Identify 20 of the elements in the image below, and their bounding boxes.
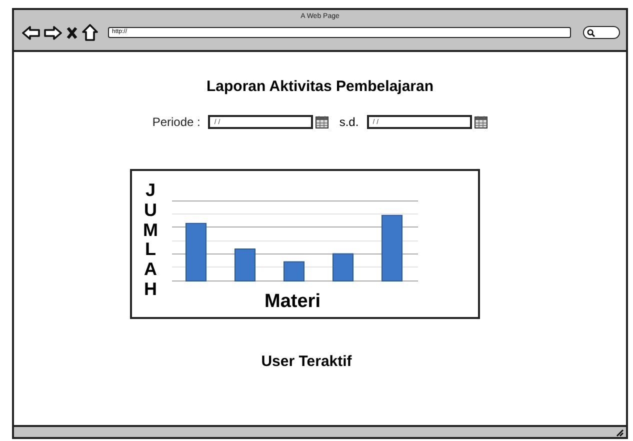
chart-bar — [185, 222, 206, 282]
chart-bar — [381, 214, 402, 282]
section-title: User Teraktif — [261, 353, 352, 370]
page-title: Laporan Aktivitas Pembelajaran — [206, 78, 434, 95]
calendar-icon[interactable] — [474, 115, 488, 129]
forward-icon[interactable] — [44, 24, 62, 40]
axis-label: Materi — [264, 291, 320, 313]
close-icon[interactable] — [66, 26, 78, 40]
calendar-icon[interactable] — [315, 115, 330, 129]
back-icon[interactable] — [22, 24, 40, 40]
home-icon[interactable] — [82, 24, 98, 41]
chart-bar — [234, 248, 255, 282]
resize-grip-icon[interactable] — [615, 428, 624, 437]
range-separator: s.d. — [339, 115, 359, 129]
period-label: Periode : — [152, 115, 200, 129]
axis-label: JUMLAH — [142, 181, 159, 301]
chart-bar — [283, 261, 304, 282]
search-field[interactable] — [583, 26, 620, 39]
search-icon — [587, 28, 595, 36]
chart-bar — [332, 253, 353, 282]
